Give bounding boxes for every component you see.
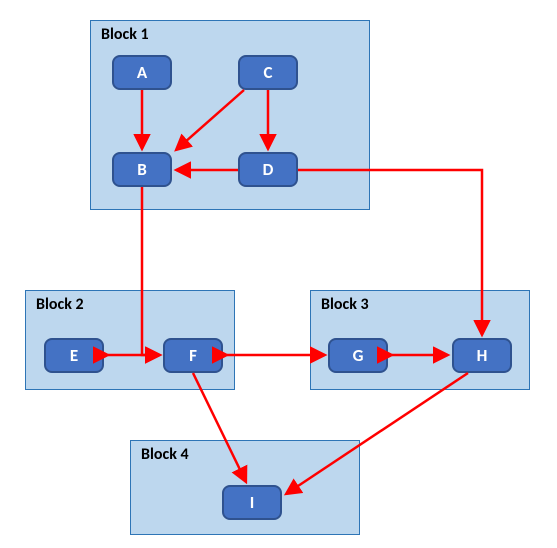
node-B: B	[112, 152, 172, 187]
block-2-label: Block 2	[36, 295, 84, 314]
node-F-label: F	[189, 345, 197, 366]
node-D-label: D	[263, 159, 274, 180]
node-C: C	[238, 55, 298, 90]
node-H-label: H	[477, 345, 488, 366]
node-B-label: B	[137, 159, 147, 180]
node-A: A	[112, 55, 172, 90]
block-1-label: Block 1	[101, 25, 149, 44]
block-4-label: Block 4	[141, 445, 189, 464]
node-I-label: I	[250, 492, 255, 513]
node-G: G	[328, 338, 388, 373]
block-3-label: Block 3	[321, 295, 369, 314]
node-I: I	[222, 485, 282, 520]
node-E-label: E	[70, 345, 78, 366]
node-G-label: G	[353, 345, 364, 366]
node-A-label: A	[137, 62, 147, 83]
node-C-label: C	[264, 62, 273, 83]
node-F: F	[163, 338, 223, 373]
node-E: E	[44, 338, 104, 373]
diagram-canvas: Block 1 Block 2 Block 3 Block 4 A C B D …	[0, 0, 557, 548]
node-D: D	[238, 152, 298, 187]
node-H: H	[452, 338, 512, 373]
